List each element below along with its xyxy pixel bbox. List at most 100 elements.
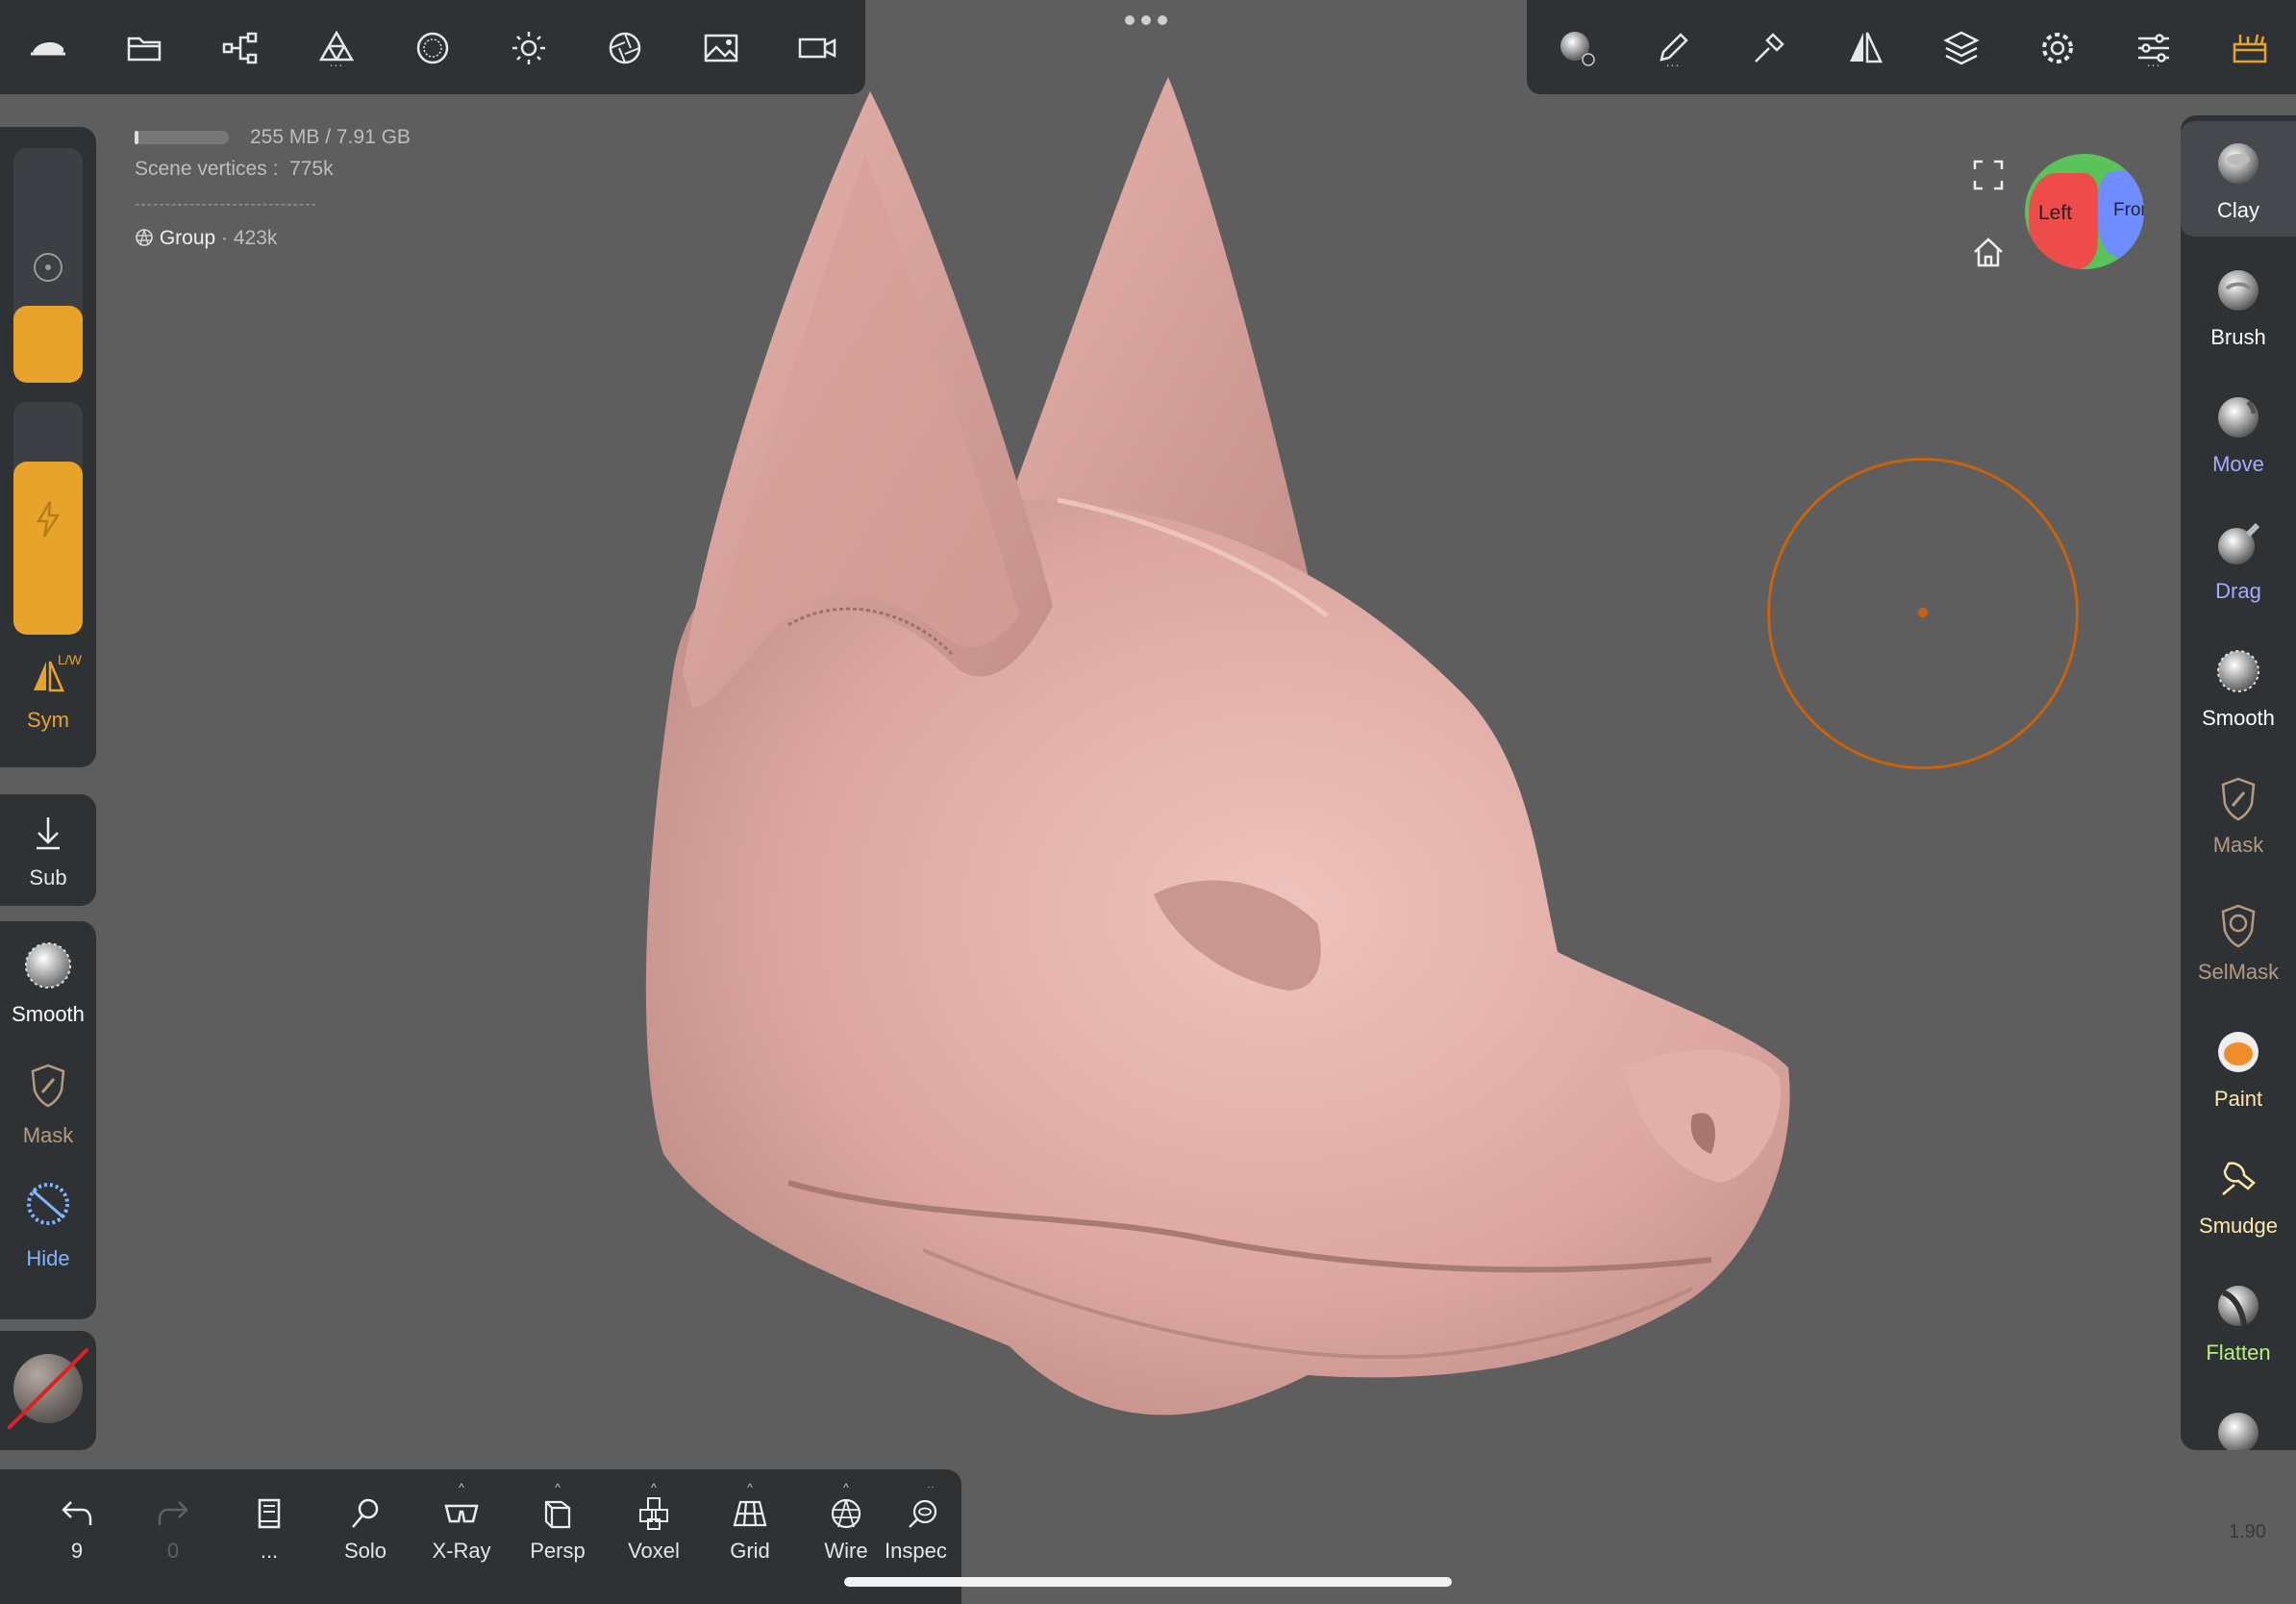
picker-icon[interactable] xyxy=(1740,19,1798,77)
bottom-toolbar: 9 0 ... Solo ^ X-Ray ^ Persp ^ Voxel ^ G… xyxy=(0,1469,961,1604)
inspect-button[interactable]: ^ Inspec xyxy=(885,1487,961,1583)
scene-tree-icon[interactable] xyxy=(212,19,269,77)
notes-more: ... xyxy=(260,1539,279,1563)
arrow-down-icon xyxy=(37,817,60,850)
sun-icon[interactable] xyxy=(500,19,558,77)
symmetry-icon[interactable] xyxy=(1836,19,1894,77)
tool-label: Flatten xyxy=(2206,1341,2271,1365)
home-view-icon[interactable] xyxy=(1969,233,2008,271)
glasses-icon xyxy=(444,1504,479,1523)
matcap-sphere-icon[interactable] xyxy=(1548,19,1606,77)
tool-drag[interactable]: Drag xyxy=(2181,502,2296,617)
redo-button[interactable]: 0 xyxy=(127,1487,219,1583)
pen-icon[interactable]: ... xyxy=(1644,19,1702,77)
tool-clay[interactable]: Clay xyxy=(2181,121,2296,237)
tool-paint[interactable]: Paint xyxy=(2181,1010,2296,1125)
gizmo-front-label: Fron xyxy=(2113,200,2144,220)
image-icon[interactable] xyxy=(692,19,750,77)
chevron-up-icon: ^ xyxy=(928,1487,934,1494)
sub-label: Sub xyxy=(29,865,67,890)
layers-icon[interactable] xyxy=(1933,19,1990,77)
hide-icon xyxy=(27,1183,69,1225)
chevron-up-icon: ^ xyxy=(651,1481,657,1494)
undo-button[interactable]: 9 xyxy=(31,1487,123,1583)
home-indicator[interactable] xyxy=(844,1577,1452,1587)
toolbox-icon[interactable] xyxy=(2221,19,2279,77)
chevron-up-icon: ^ xyxy=(747,1481,753,1494)
tool-flatten[interactable]: Flatten xyxy=(2181,1264,2296,1379)
tool-selmask[interactable]: SelMask xyxy=(2181,883,2296,998)
selmask-icon xyxy=(2221,904,2256,948)
tool-more[interactable] xyxy=(2181,1391,2296,1450)
video-camera-icon[interactable] xyxy=(788,19,846,77)
top-toolbar-left: ... xyxy=(0,0,865,94)
undo-icon xyxy=(62,1501,92,1525)
mask-icon xyxy=(2221,777,2256,821)
quick-tool-mask[interactable]: Mask xyxy=(0,1062,96,1167)
tool-move[interactable]: Move xyxy=(2181,375,2296,490)
sliders-icon[interactable]: ... xyxy=(2125,19,2183,77)
settings-icon[interactable] xyxy=(2029,19,2086,77)
material-sphere-icon[interactable] xyxy=(404,19,462,77)
voxel-label: Voxel xyxy=(628,1539,680,1563)
tool-label: Move xyxy=(2212,452,2264,476)
material-preview[interactable] xyxy=(0,1331,96,1450)
quick-tool-hide[interactable]: Hide xyxy=(0,1179,96,1285)
view-cube-gizmo[interactable]: Left Fron xyxy=(2025,154,2144,269)
tool-partial-icon xyxy=(2218,1413,2259,1450)
tool-smudge[interactable]: Smudge xyxy=(2181,1137,2296,1252)
memory-bar xyxy=(135,131,229,145)
radius-slider-fill[interactable] xyxy=(13,306,83,383)
grid-icon xyxy=(733,1500,767,1527)
book-icon xyxy=(258,1498,281,1529)
quick-tool-smooth[interactable]: Smooth xyxy=(0,940,96,1046)
tool-brush[interactable]: Brush xyxy=(2181,248,2296,363)
sub-button[interactable]: Sub xyxy=(0,794,96,906)
paint-icon xyxy=(2218,1032,2259,1072)
grid-label: Grid xyxy=(730,1539,770,1563)
tool-label: Smudge xyxy=(2199,1214,2278,1238)
chevron-up-icon: ^ xyxy=(843,1481,849,1494)
fullscreen-icon[interactable] xyxy=(1969,156,2008,194)
material-sphere-icon xyxy=(8,1348,88,1429)
brush-cursor-center xyxy=(1918,608,1928,617)
tool-smooth[interactable]: Smooth xyxy=(2181,629,2296,744)
wire-button[interactable]: ^ Wire xyxy=(800,1481,892,1583)
persp-button[interactable]: ^ Persp xyxy=(512,1481,604,1583)
sym-label: Sym xyxy=(27,708,69,732)
mask-icon xyxy=(31,1064,65,1108)
grid-button[interactable]: ^ Grid xyxy=(704,1481,796,1583)
quick-tool-label: Hide xyxy=(26,1246,70,1270)
xray-button[interactable]: ^ X-Ray xyxy=(415,1481,508,1583)
right-tool-column: Clay Brush Move Drag Smooth Mask SelMask… xyxy=(2181,115,2296,1450)
left-quick-tools: Smooth Mask Hide xyxy=(0,921,96,1319)
tool-label: Brush xyxy=(2210,325,2266,349)
drag-icon xyxy=(2218,522,2260,564)
group-item[interactable]: Group · 423k xyxy=(135,222,411,254)
tool-label: Clay xyxy=(2216,198,2259,222)
notes-button[interactable]: ... xyxy=(223,1487,315,1583)
folder-icon[interactable] xyxy=(115,19,173,77)
quick-tool-label: Smooth xyxy=(12,1002,85,1026)
perspective-icon xyxy=(544,1500,571,1529)
window-drag-handle[interactable] xyxy=(1125,15,1171,29)
separator: ------------------------------ xyxy=(135,196,317,213)
radius-icon xyxy=(34,253,62,282)
tool-mask[interactable]: Mask xyxy=(2181,756,2296,871)
undo-count: 9 xyxy=(70,1539,84,1563)
solo-button[interactable]: Solo xyxy=(319,1487,412,1583)
tool-label: SelMask xyxy=(2197,960,2280,984)
tool-label: Smooth xyxy=(2202,706,2275,730)
move-icon xyxy=(2218,397,2259,438)
search-icon xyxy=(352,1498,379,1528)
inspect-label: Inspec xyxy=(885,1539,947,1563)
hat-logo-icon[interactable] xyxy=(19,19,77,77)
eye-search-icon xyxy=(909,1499,937,1528)
voxel-icon xyxy=(639,1497,668,1530)
voxel-button[interactable]: ^ Voxel xyxy=(608,1481,700,1583)
intensity-slider-fill[interactable] xyxy=(13,462,83,635)
sym-toggle[interactable]: L/W Sym xyxy=(0,646,96,752)
aperture-icon[interactable] xyxy=(596,19,654,77)
chevron-up-icon: ^ xyxy=(459,1481,464,1494)
primitives-icon[interactable]: ... xyxy=(308,19,365,77)
